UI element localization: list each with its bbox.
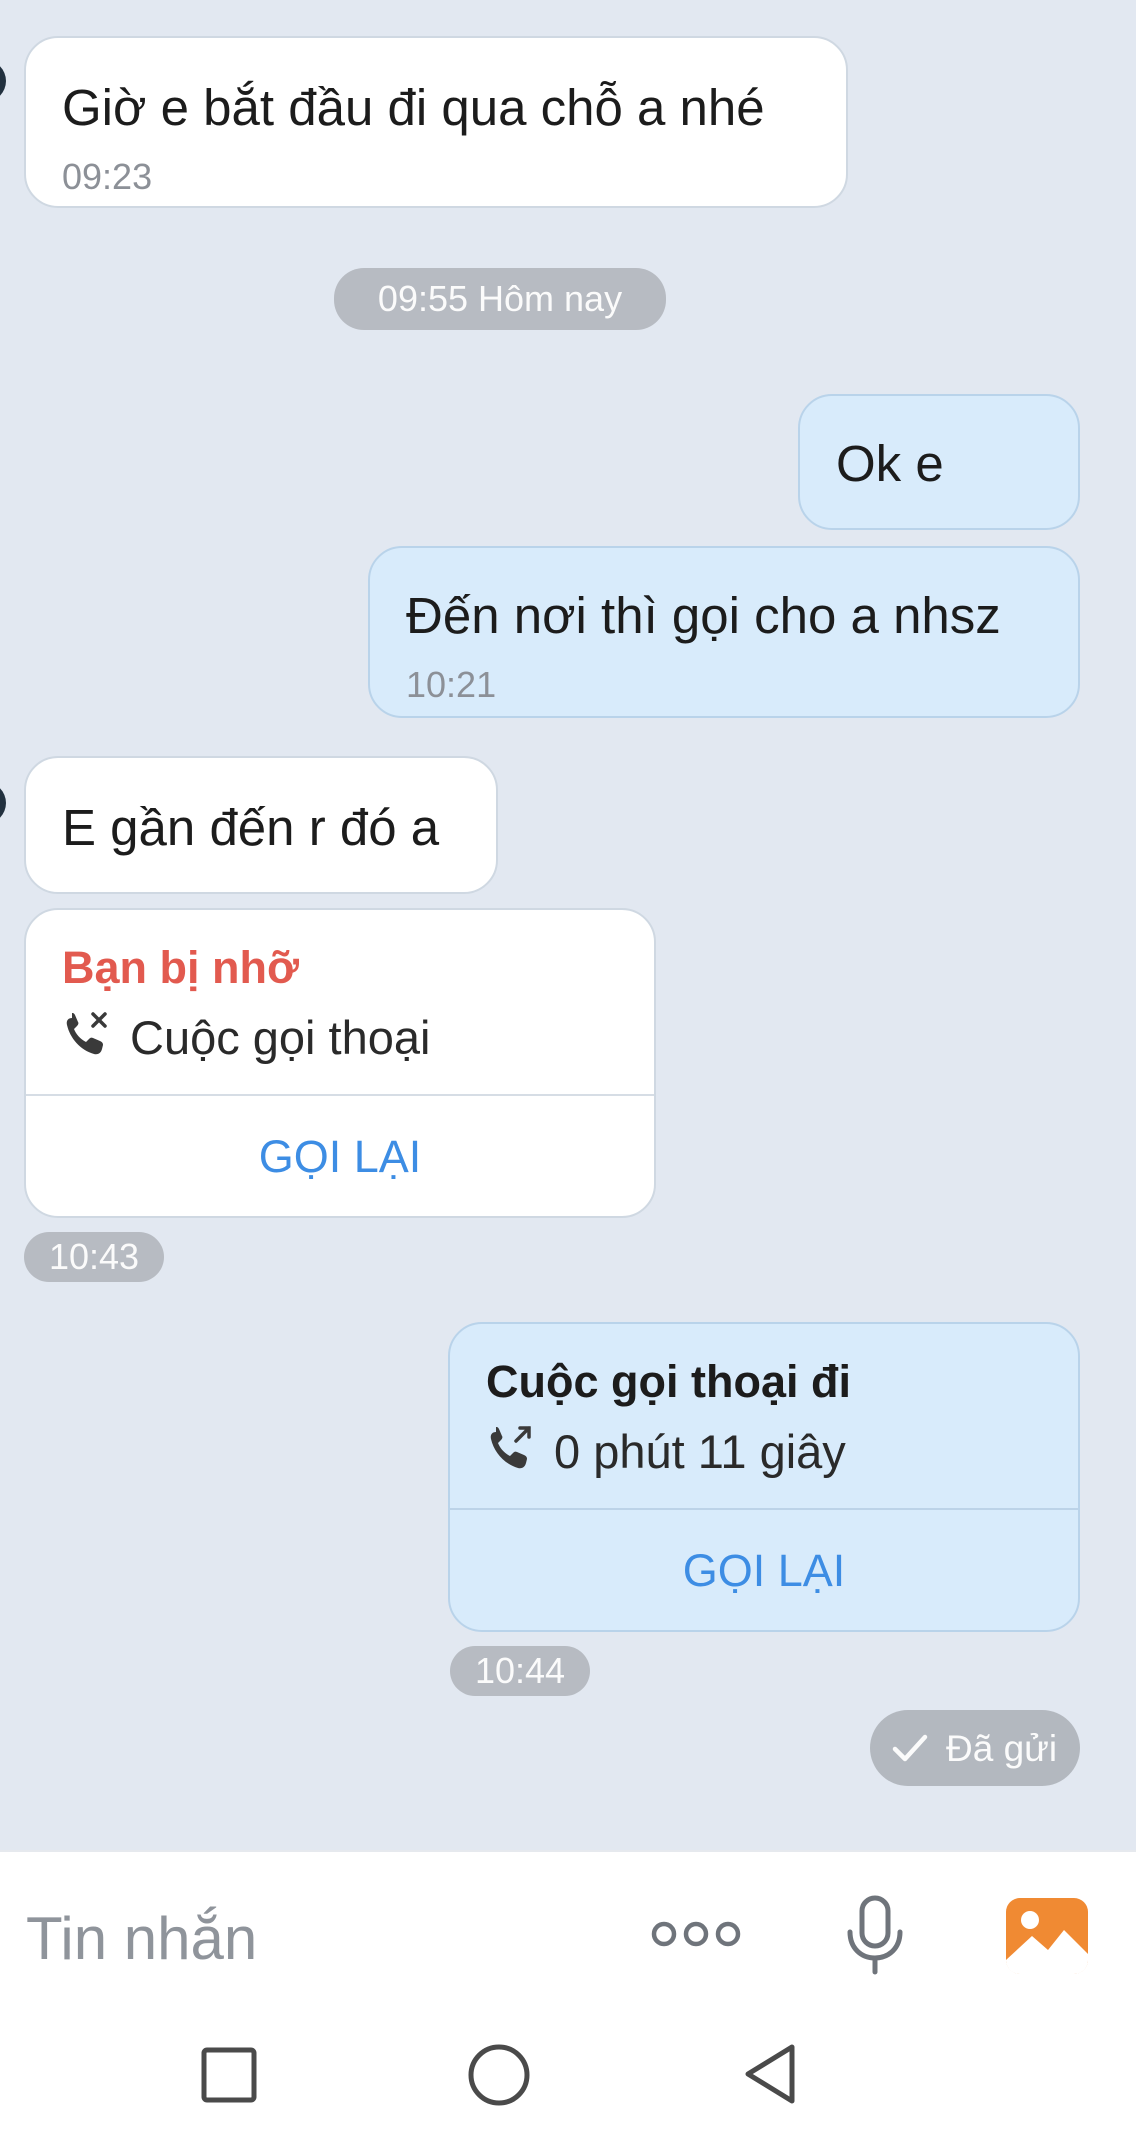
incoming-message[interactable]: Giờ e bắt đầu đi qua chỗ a nhé 09:23 bbox=[24, 36, 848, 208]
chat-area[interactable]: Giờ e bắt đầu đi qua chỗ a nhé 09:23 09:… bbox=[0, 0, 1136, 1850]
avatar[interactable] bbox=[0, 782, 6, 824]
message-text: Đến nơi thì gọi cho a nhsz bbox=[406, 587, 1001, 644]
call-time: 10:44 bbox=[450, 1646, 590, 1696]
outgoing-call-duration: 0 phút 11 giây bbox=[554, 1425, 846, 1478]
home-icon[interactable] bbox=[466, 2042, 532, 2108]
recent-apps-icon[interactable] bbox=[200, 2046, 258, 2104]
message-composer: Tin nhắn bbox=[0, 1850, 1136, 2016]
outgoing-call-card: Cuộc gọi thoại đi 0 phút 11 giây GỌI LẠI bbox=[448, 1322, 1080, 1632]
message-time: 09:23 bbox=[62, 156, 153, 197]
message-text: E gần đến r đó a bbox=[62, 799, 440, 856]
call-time: 10:43 bbox=[24, 1232, 164, 1282]
more-icon[interactable] bbox=[648, 1914, 748, 1954]
incoming-message[interactable]: E gần đến r đó a bbox=[24, 756, 498, 894]
message-text: Ok e bbox=[836, 435, 944, 492]
sent-status-label: Đã gửi bbox=[946, 1728, 1058, 1769]
call-back-button[interactable]: GỌI LẠI bbox=[450, 1510, 1078, 1630]
outgoing-message[interactable]: Đến nơi thì gọi cho a nhsz 10:21 bbox=[368, 546, 1080, 718]
message-time: 10:21 bbox=[406, 664, 497, 705]
message-input[interactable]: Tin nhắn bbox=[26, 1904, 257, 1973]
outgoing-call-title: Cuộc gọi thoại đi bbox=[486, 1356, 851, 1407]
avatar[interactable] bbox=[0, 60, 6, 102]
missed-call-subtitle: Cuộc gọi thoại bbox=[130, 1011, 431, 1064]
call-back-button[interactable]: GỌI LẠI bbox=[26, 1096, 654, 1216]
sent-status-badge: Đã gửi bbox=[870, 1710, 1080, 1786]
missed-call-title: Bạn bị nhỡ bbox=[62, 942, 299, 993]
image-icon[interactable] bbox=[1004, 1896, 1090, 1976]
back-icon[interactable] bbox=[740, 2042, 802, 2106]
outgoing-message[interactable]: Ok e bbox=[798, 394, 1080, 530]
check-icon bbox=[892, 1734, 928, 1762]
message-text: Giờ e bắt đầu đi qua chỗ a nhé bbox=[62, 79, 765, 136]
microphone-icon[interactable] bbox=[840, 1894, 910, 1978]
date-separator: 09:55 Hôm nay bbox=[334, 268, 666, 330]
missed-call-icon bbox=[66, 1012, 107, 1055]
navigation-bar bbox=[0, 2014, 1136, 2136]
missed-call-card: Bạn bị nhỡ Cuộc gọi thoại GỌI LẠI bbox=[24, 908, 656, 1218]
outgoing-call-icon bbox=[490, 1426, 531, 1469]
